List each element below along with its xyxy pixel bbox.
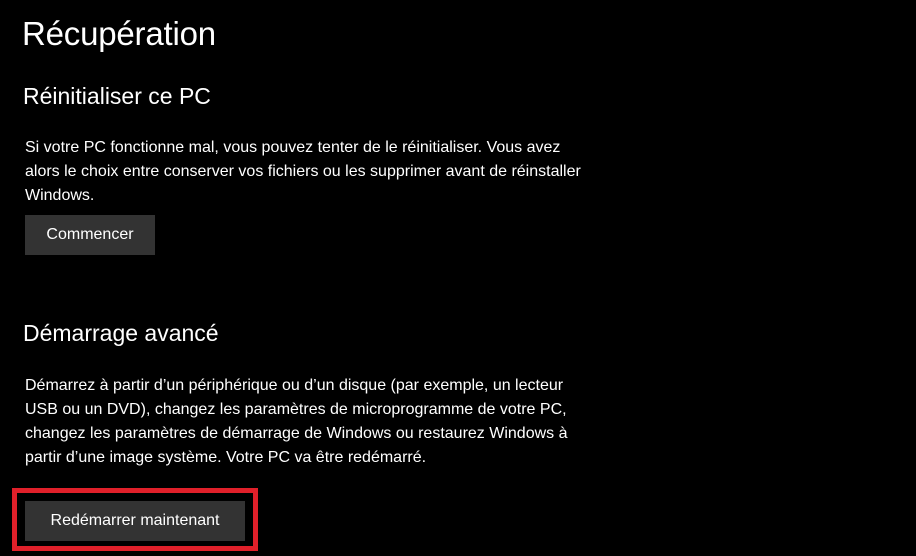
restart-now-button[interactable]: Redémarrer maintenant xyxy=(25,501,245,541)
start-reset-button[interactable]: Commencer xyxy=(25,215,155,255)
reset-description: Si votre PC fonctionne mal, vous pouvez … xyxy=(25,139,581,204)
advanced-startup-section-title: Démarrage avancé xyxy=(23,320,219,346)
page-title: Récupération xyxy=(22,15,216,52)
advanced-startup-description: Démarrez à partir d’un périphérique ou d… xyxy=(25,377,568,466)
reset-section-title: Réinitialiser ce PC xyxy=(23,83,211,109)
